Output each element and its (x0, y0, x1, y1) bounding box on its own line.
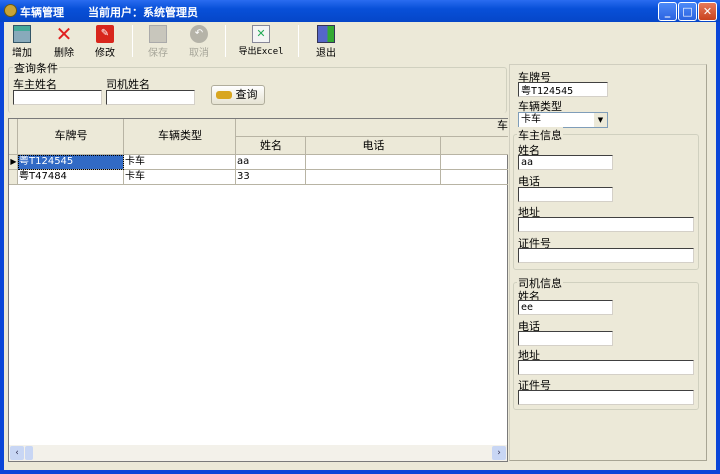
delete-button[interactable]: ✕ 删除 (42, 22, 86, 59)
scroll-left-button[interactable]: ‹ (10, 446, 24, 460)
column-header-plate[interactable]: 车牌号 (18, 119, 124, 155)
owner-name-field[interactable] (518, 155, 613, 170)
query-group-title: 查询条件 (13, 60, 59, 76)
save-label: 保存 (148, 48, 168, 59)
column-header-name[interactable]: 姓名 (236, 137, 306, 155)
export-excel-button[interactable]: ✕ 导出Excel (232, 22, 290, 58)
plate-input[interactable] (518, 82, 608, 97)
edit-button[interactable]: ✎ 修改 (83, 22, 127, 59)
owner-info-title: 车主信息 (517, 127, 563, 143)
binoculars-icon (216, 91, 232, 99)
type-select-value: 卡车 (521, 114, 541, 125)
exit-button[interactable]: 退出 (304, 22, 348, 59)
owner-name-input[interactable] (13, 90, 102, 105)
maximize-button[interactable]: □ (678, 2, 697, 21)
save-button[interactable]: 保存 (136, 22, 180, 59)
edit-icon: ✎ (96, 25, 114, 43)
cell-extra[interactable] (441, 155, 508, 170)
exit-icon (317, 25, 335, 43)
cell-name[interactable]: 33 (236, 170, 306, 185)
export-excel-label: 导出Excel (238, 47, 284, 57)
driver-name-input[interactable] (106, 90, 195, 105)
column-header-type[interactable]: 车辆类型 (124, 119, 236, 155)
cell-phone[interactable] (306, 155, 441, 170)
toolbar: 增加 ✕ 删除 ✎ 修改 保存 ↶ 取消 ✕ 导出Excel 退出 (0, 22, 720, 60)
driver-name-field[interactable] (518, 300, 613, 315)
cancel-label: 取消 (189, 48, 209, 59)
cell-extra[interactable] (441, 170, 508, 185)
driver-id-field[interactable] (518, 390, 694, 405)
window-title: 车辆管理 (20, 6, 64, 19)
driver-address-field[interactable] (518, 360, 694, 375)
cell-plate[interactable]: 粤T47484 (18, 170, 124, 185)
delete-label: 删除 (54, 48, 74, 59)
close-button[interactable]: ✕ (698, 2, 717, 21)
vehicle-grid: 车牌号 车辆类型 车 姓名 电话 ▶ 粤T124545 卡车 aa 粤T4748… (8, 118, 508, 462)
owner-address-field[interactable] (518, 217, 694, 232)
driver-phone-field[interactable] (518, 331, 613, 346)
horizontal-scrollbar[interactable]: ‹ › (9, 445, 507, 461)
add-label: 增加 (12, 48, 32, 59)
column-group-header: 车 (236, 119, 508, 137)
minimize-button[interactable]: _ (658, 2, 677, 21)
delete-icon: ✕ (55, 22, 73, 46)
cell-type[interactable]: 卡车 (124, 155, 236, 170)
cell-type[interactable]: 卡车 (124, 170, 236, 185)
column-group-header-label: 车 (497, 119, 508, 132)
edit-label: 修改 (95, 48, 115, 59)
search-button[interactable]: 查询 (211, 85, 265, 105)
row-indicator (9, 170, 18, 185)
scroll-thumb[interactable] (25, 446, 33, 460)
save-icon (149, 25, 167, 43)
search-button-label: 查询 (235, 88, 258, 101)
cell-name[interactable]: aa (236, 155, 306, 170)
column-header-phone[interactable]: 电话 (306, 137, 441, 155)
type-select[interactable]: 卡车 ▼ (518, 112, 608, 128)
cancel-button[interactable]: ↶ 取消 (177, 22, 221, 59)
cancel-icon: ↶ (190, 25, 208, 43)
add-icon (13, 25, 31, 43)
toolbar-separator (132, 25, 133, 57)
add-button[interactable]: 增加 (0, 22, 44, 59)
title-bar: 车辆管理 当前用户：系统管理员 _ □ ✕ (0, 0, 720, 22)
chevron-down-icon[interactable]: ▼ (594, 113, 607, 127)
cell-phone[interactable] (306, 170, 441, 185)
row-indicator: ▶ (9, 155, 18, 170)
column-header-extra[interactable] (441, 137, 508, 155)
owner-phone-field[interactable] (518, 187, 613, 202)
owner-id-field[interactable] (518, 248, 694, 263)
excel-icon: ✕ (252, 25, 270, 43)
toolbar-separator (225, 25, 226, 57)
scroll-right-button[interactable]: › (492, 446, 506, 460)
cell-plate[interactable]: 粤T124545 (18, 155, 124, 170)
exit-label: 退出 (316, 48, 336, 59)
current-user: 当前用户：系统管理员 (88, 6, 198, 19)
toolbar-separator (298, 25, 299, 57)
row-header-corner (9, 119, 18, 155)
app-icon (4, 4, 17, 17)
